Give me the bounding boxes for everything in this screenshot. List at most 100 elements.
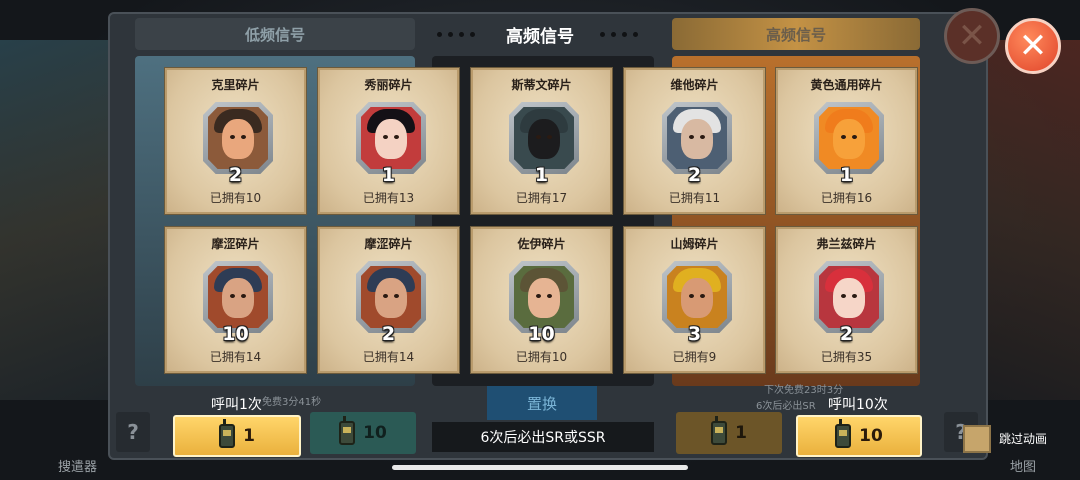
card-name: 摩涩碎片	[364, 237, 413, 251]
close-button[interactable]: ✕	[1005, 18, 1061, 74]
walkie-talkie-icon	[835, 419, 852, 448]
help-button-left[interactable]: ?	[116, 412, 150, 452]
portrait-eye	[383, 135, 388, 139]
portrait-eye	[841, 294, 846, 298]
portrait-eye	[547, 294, 552, 298]
high-signal-call-once-button[interactable]: 1	[676, 412, 782, 454]
card-name: 摩涩碎片	[211, 237, 260, 251]
owned-count: 已拥有10	[209, 191, 262, 205]
pity-text-right: 6次后必出SR	[756, 401, 816, 412]
portrait-face	[375, 278, 407, 318]
portrait-eye	[841, 135, 846, 139]
cap-soldier-portrait	[361, 266, 421, 328]
hardhat-worker-portrait	[667, 266, 727, 328]
searcher-label[interactable]: 搜遣器	[58, 456, 97, 475]
fragment-count: 2	[381, 323, 396, 345]
reward-card[interactable]: 秀丽碎片 1 已拥有13	[318, 68, 459, 214]
portrait-eye	[700, 294, 705, 298]
portrait-eye	[852, 294, 857, 298]
owned-count: 已拥有16	[820, 191, 873, 205]
card-name: 维他碎片	[670, 78, 719, 92]
owned-count: 已拥有14	[362, 350, 415, 364]
old-man-portrait	[667, 107, 727, 169]
portrait-eye	[241, 135, 246, 139]
fragment-count: 3	[687, 323, 702, 345]
call-once-button[interactable]: 1	[173, 415, 301, 457]
close-icon: ✕	[957, 16, 987, 56]
portrait-eye	[536, 294, 541, 298]
walkie-talkie-icon	[711, 416, 728, 445]
owned-count: 已拥有9	[672, 350, 717, 364]
call-ten-cost: 10	[859, 426, 883, 446]
title-ornament-left	[437, 32, 475, 38]
card-name: 斯蒂文碎片	[511, 78, 572, 92]
portrait-eye	[700, 135, 705, 139]
call-ten-label: 呼叫10次	[828, 397, 888, 413]
portrait-eye	[230, 294, 235, 298]
call-once-label: 呼叫1次	[211, 397, 262, 413]
owned-count: 已拥有13	[362, 191, 415, 205]
free-timer-left: 免费3分41秒	[262, 397, 322, 408]
walkie-talkie-icon	[219, 419, 236, 448]
reward-card[interactable]: 山姆碎片 3 已拥有9	[624, 227, 765, 373]
portrait-eye	[394, 135, 399, 139]
reward-card[interactable]: 斯蒂文碎片 1 已拥有17	[471, 68, 612, 214]
portrait-face	[681, 119, 713, 159]
close-icon-background: ✕	[944, 8, 1000, 64]
owned-count: 已拥有35	[820, 350, 873, 364]
generic-silhouette-icon	[819, 107, 879, 169]
reward-card[interactable]: 摩涩碎片 10 已拥有14	[165, 227, 306, 373]
reward-card[interactable]: 摩涩碎片 2 已拥有14	[318, 227, 459, 373]
replace-button[interactable]: 置换	[487, 386, 597, 420]
tab-low-signal[interactable]: 低频信号	[135, 18, 415, 50]
skip-animation-label[interactable]: 跳过动画	[999, 430, 1047, 447]
tab-high-signal[interactable]: 高频信号	[672, 18, 920, 50]
red-hair-woman-portrait	[819, 266, 879, 328]
portrait-eye	[394, 294, 399, 298]
map-label[interactable]: 地图	[1010, 456, 1036, 475]
reward-card[interactable]: 克里碎片 2 已拥有10	[165, 68, 306, 214]
portrait-face	[528, 119, 560, 159]
owned-count: 已拥有14	[209, 350, 262, 364]
title-ornament-right	[600, 32, 638, 38]
card-name: 佐伊碎片	[517, 237, 566, 251]
portrait-eye	[689, 135, 694, 139]
reward-card[interactable]: 维他碎片 2 已拥有11	[624, 68, 765, 214]
card-name: 弗兰兹碎片	[816, 237, 877, 251]
owned-count: 已拥有17	[515, 191, 568, 205]
card-name: 秀丽碎片	[364, 78, 413, 92]
pilot-helmet-portrait	[514, 266, 574, 328]
card-name: 克里碎片	[211, 78, 260, 92]
call-once-cost: 1	[243, 426, 255, 446]
portrait-face	[375, 119, 407, 159]
fragment-count: 2	[687, 164, 702, 186]
portrait-face	[681, 278, 713, 318]
fragment-count: 2	[839, 323, 854, 345]
reward-card[interactable]: 弗兰兹碎片 2 已拥有35	[776, 227, 917, 373]
card-name: 山姆碎片	[670, 237, 719, 251]
card-name: 黄色通用碎片	[810, 78, 883, 92]
skip-animation-checkbox[interactable]	[963, 425, 991, 453]
portrait-face	[528, 278, 560, 318]
portrait-eye	[852, 135, 857, 139]
portrait-face	[222, 119, 254, 159]
dark-hair-woman-portrait	[361, 107, 421, 169]
fragment-count: 1	[381, 164, 396, 186]
low-signal-call-ten-button[interactable]: 10	[310, 412, 416, 454]
portrait-face	[222, 278, 254, 318]
fragment-count: 1	[839, 164, 854, 186]
portrait-eye	[547, 135, 552, 139]
home-indicator-bar[interactable]	[392, 465, 688, 470]
fragment-count: 10	[222, 323, 249, 345]
reward-card[interactable]: 黄色通用碎片 1 已拥有16	[776, 68, 917, 214]
portrait-eye	[536, 135, 541, 139]
cap-soldier-portrait	[208, 266, 268, 328]
reward-card[interactable]: 佐伊碎片 10 已拥有10	[471, 227, 612, 373]
owned-count: 已拥有11	[668, 191, 721, 205]
low-signal-call-ten-cost: 10	[363, 423, 387, 443]
owned-count: 已拥有10	[515, 350, 568, 364]
portrait-eye	[241, 294, 246, 298]
portrait-eye	[230, 135, 235, 139]
call-ten-button[interactable]: 10	[796, 415, 922, 457]
bald-man-portrait	[208, 107, 268, 169]
